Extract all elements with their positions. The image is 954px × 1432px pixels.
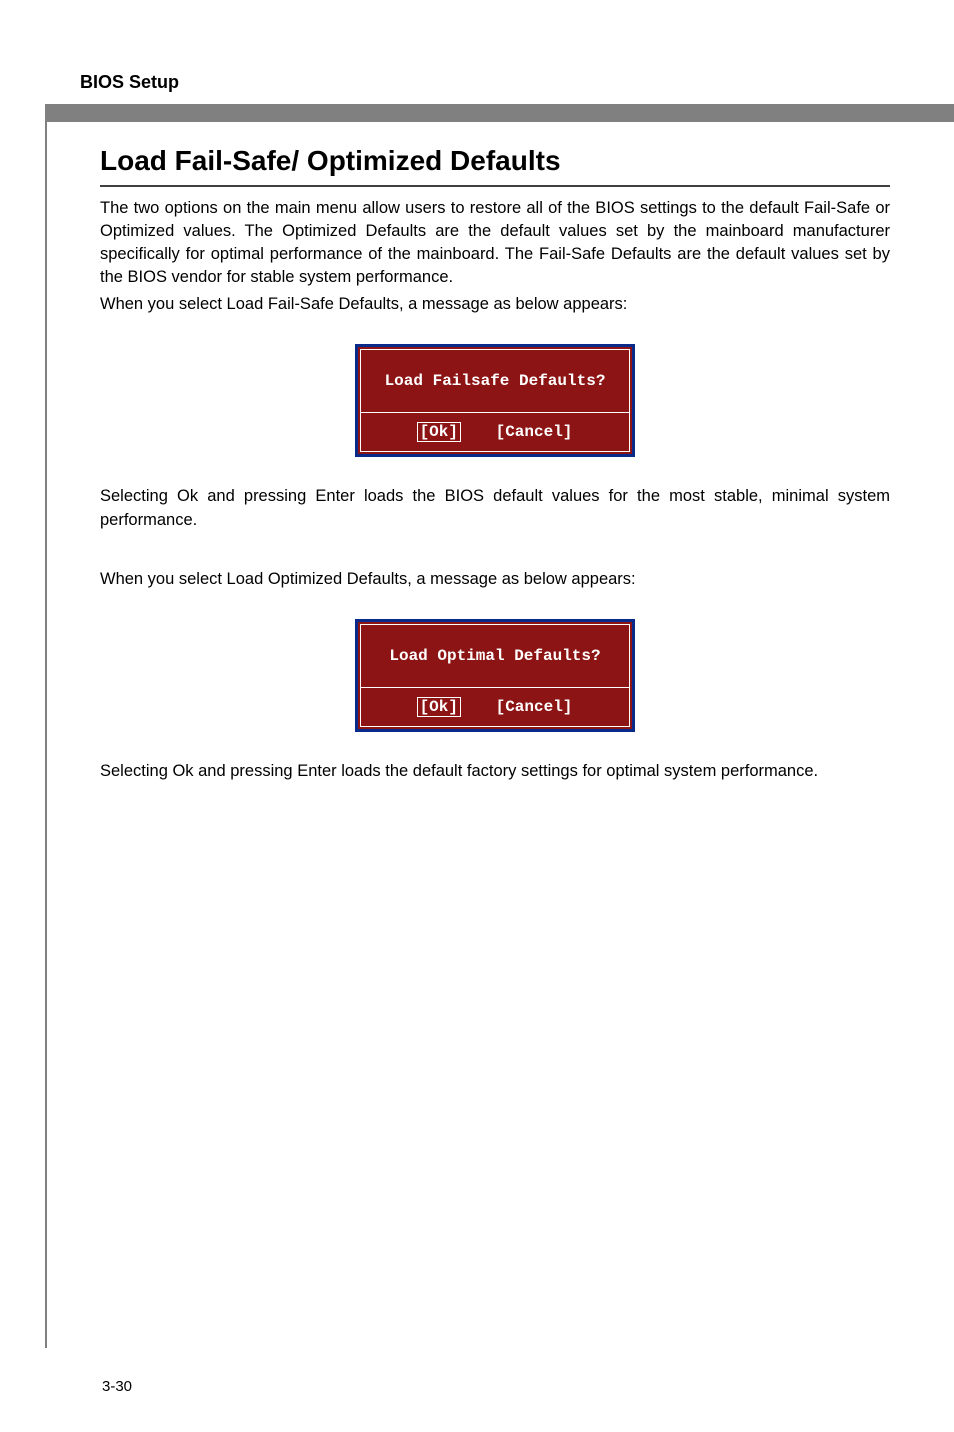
paragraph-intro: The two options on the main menu allow u… [100,197,890,289]
optimal-ok-button[interactable]: [Ok] [418,698,460,716]
failsafe-dialog: Load Failsafe Defaults? [Ok] [Cancel] [355,344,635,457]
failsafe-dialog-question: Load Failsafe Defaults? [361,350,629,413]
paragraph-optimized-lead: When you select Load Optimized Defaults,… [100,568,890,591]
failsafe-ok-button[interactable]: [Ok] [418,423,460,441]
paragraph-failsafe-lead: When you select Load Fail-Safe Defaults,… [100,293,890,316]
section-heading: Load Fail-Safe/ Optimized Defaults [100,145,890,187]
page-number: 3-30 [102,1378,132,1395]
optimal-dialog-question: Load Optimal Defaults? [361,625,629,688]
optimal-dialog-buttons: [Ok] [Cancel] [361,688,629,726]
paragraph-optimized-result: Selecting Ok and pressing Enter loads th… [100,760,890,783]
content-frame-left-rule [45,104,47,1348]
optimal-dialog: Load Optimal Defaults? [Ok] [Cancel] [355,619,635,732]
header-divider [45,104,954,122]
optimal-dialog-inner: Load Optimal Defaults? [Ok] [Cancel] [360,624,630,727]
main-content: Load Fail-Safe/ Optimized Defaults The t… [100,145,890,787]
optimal-cancel-button[interactable]: [Cancel] [496,698,573,716]
page-header-title: BIOS Setup [80,72,179,93]
failsafe-dialog-inner: Load Failsafe Defaults? [Ok] [Cancel] [360,349,630,452]
paragraph-failsafe-result: Selecting Ok and pressing Enter loads th… [100,485,890,531]
failsafe-dialog-buttons: [Ok] [Cancel] [361,413,629,451]
failsafe-cancel-button[interactable]: [Cancel] [496,423,573,441]
